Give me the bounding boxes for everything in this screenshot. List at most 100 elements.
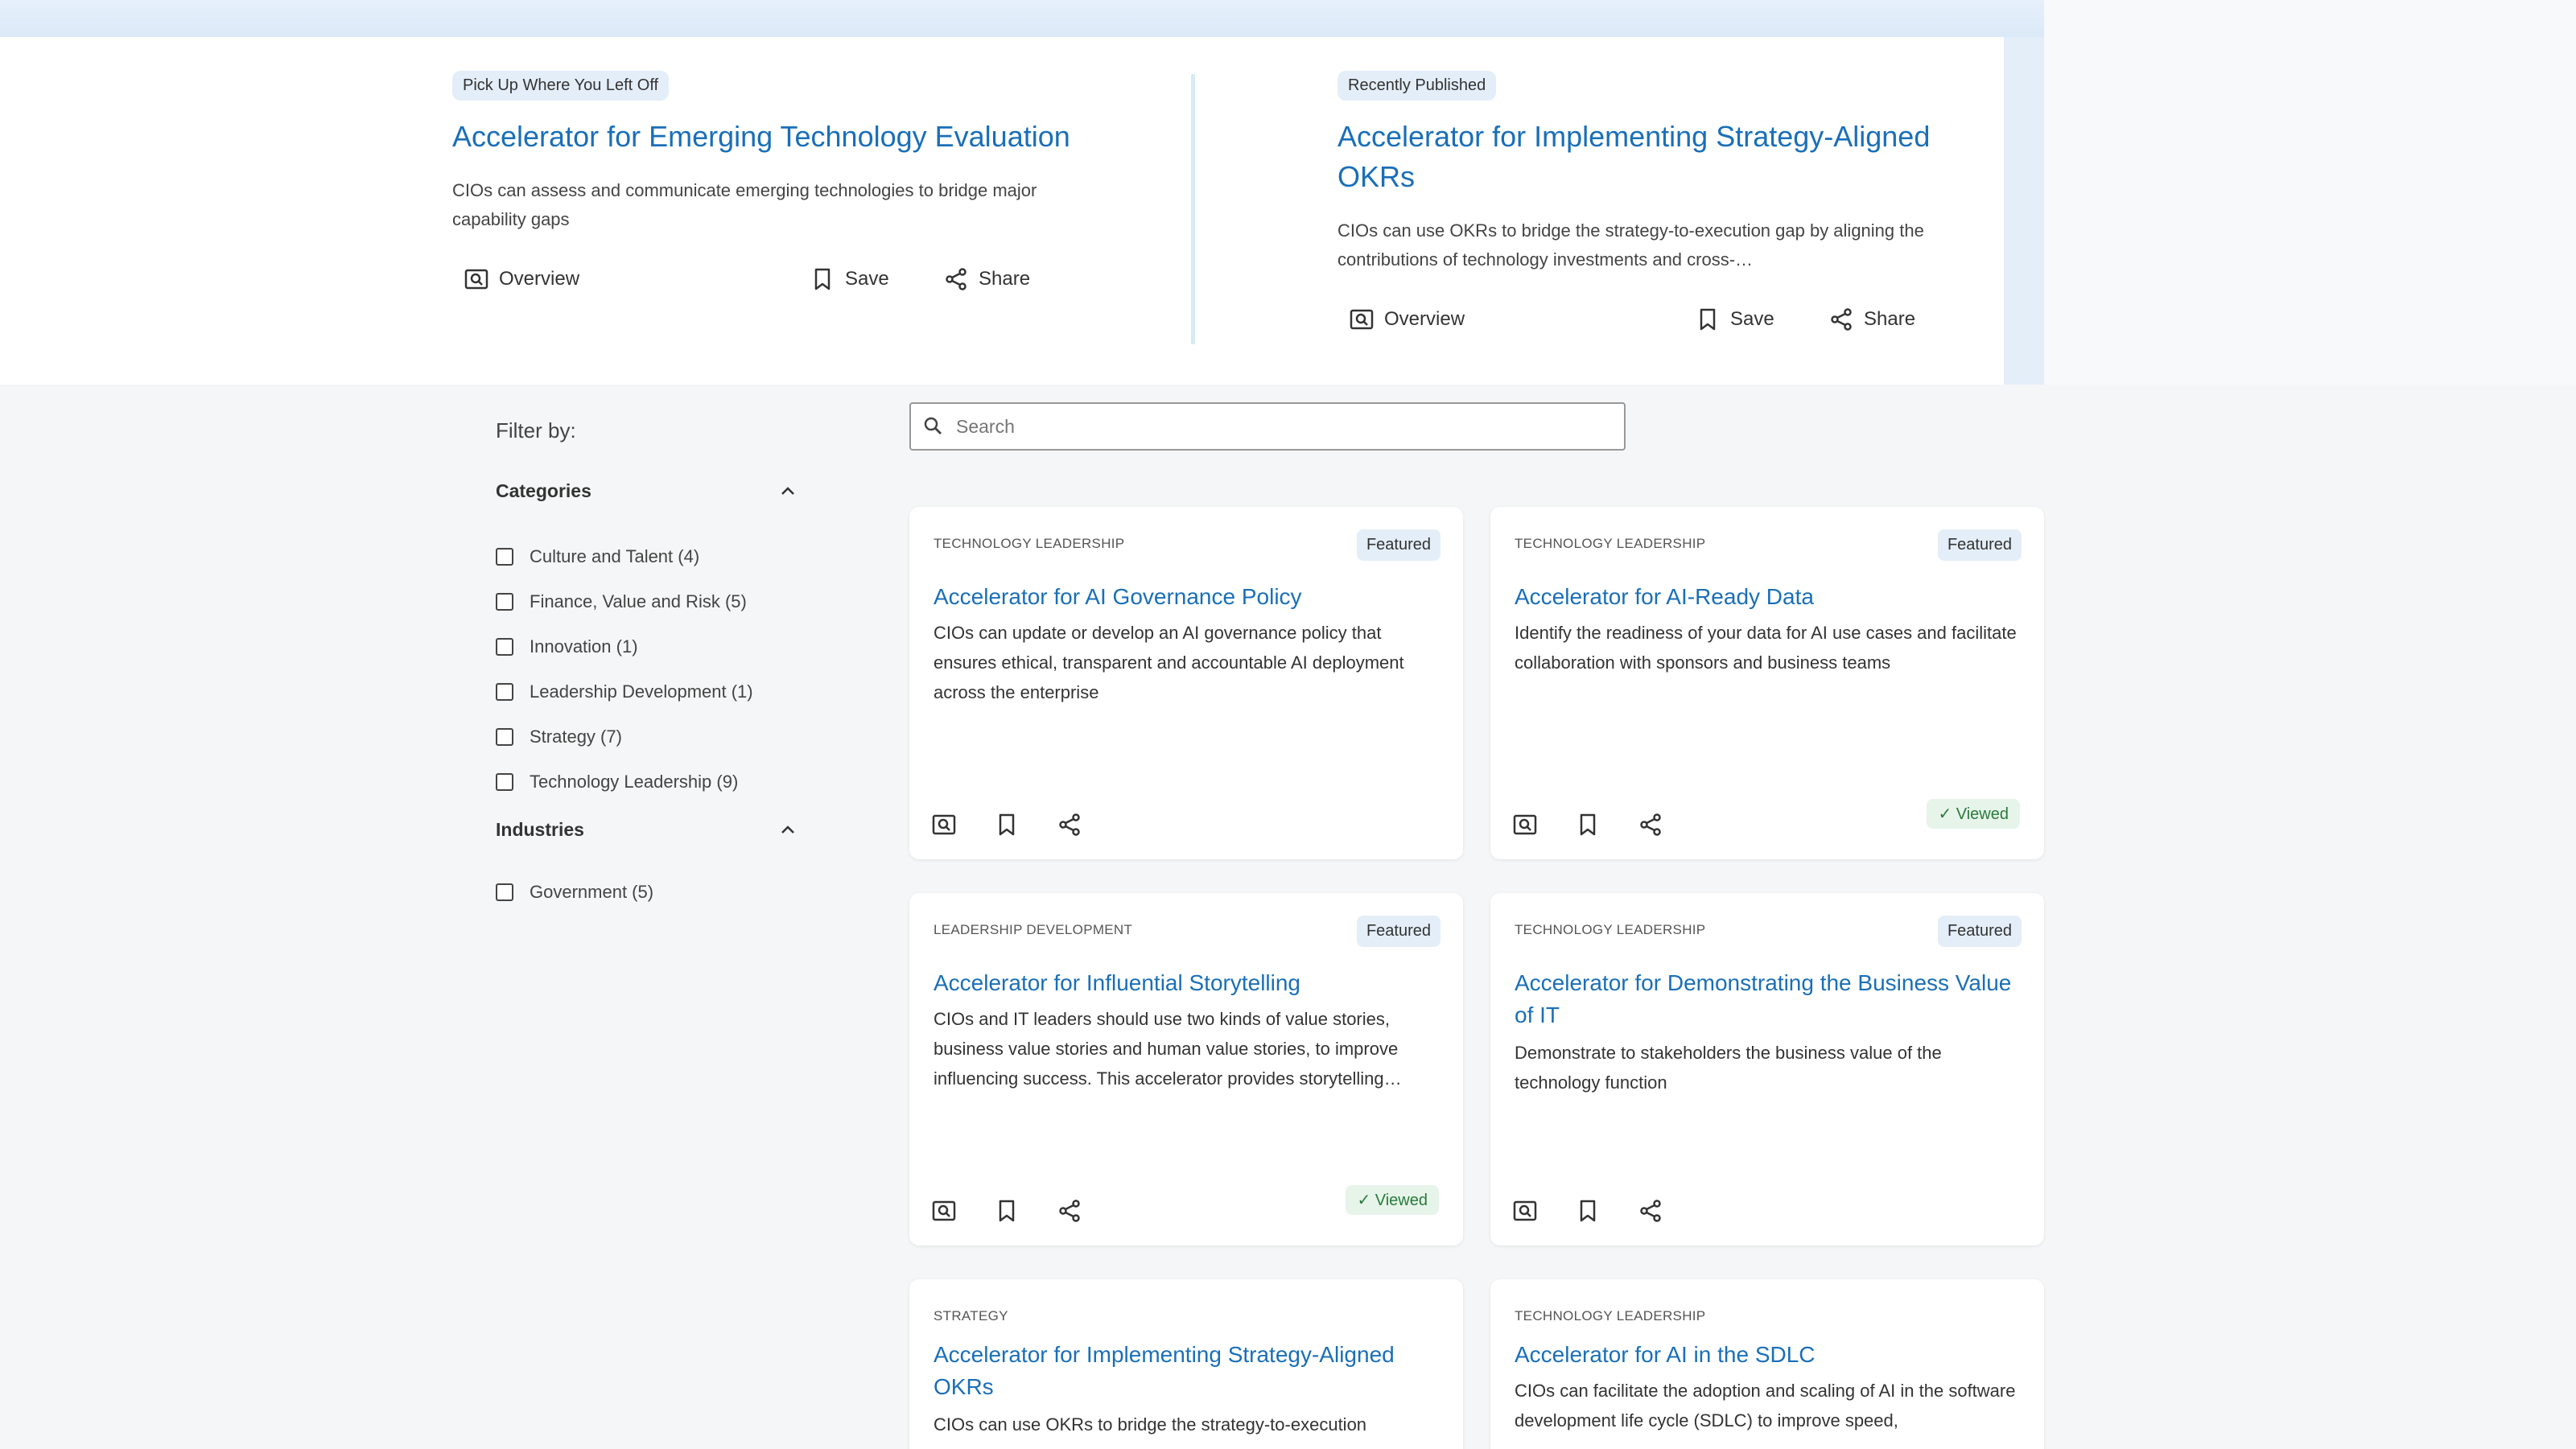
search-input[interactable]: [956, 415, 1600, 438]
checkbox[interactable]: [496, 683, 513, 701]
share-button[interactable]: Share: [1828, 307, 1915, 332]
industry-option[interactable]: Government (5): [496, 870, 802, 915]
featured-badge: Featured: [1356, 916, 1440, 947]
checkbox[interactable]: [496, 773, 513, 791]
continue-pill: Pick Up Where You Left Off: [452, 71, 670, 101]
save-button[interactable]: Save: [1695, 307, 1774, 332]
chevron-up-icon: [781, 825, 794, 834]
accelerator-card[interactable]: TECHNOLOGY LEADERSHIP Featured Accelerat…: [1490, 507, 2044, 859]
hero-item-actions: Overview Save Share: [452, 266, 1080, 298]
card-title[interactable]: Accelerator for AI in the SDLC: [1515, 1339, 2020, 1371]
card-description: CIOs can facilitate the adoption and sca…: [1515, 1381, 2016, 1430]
industries-toggle[interactable]: Industries: [496, 819, 798, 841]
category-option[interactable]: Culture and Talent (4): [496, 534, 802, 579]
overview-label: Overview: [499, 268, 580, 290]
hero-item-title[interactable]: Accelerator for Emerging Technology Eval…: [452, 117, 1080, 157]
card-description: CIOs and IT leaders should use two kinds…: [934, 1009, 1402, 1089]
category-label: Culture and Talent (4): [530, 546, 700, 566]
bookmark-icon: [814, 268, 831, 290]
card-category: TECHNOLOGY LEADERSHIP: [1515, 536, 1706, 551]
category-label: Finance, Value and Risk (5): [530, 591, 747, 611]
hero-item-recent: Recently Published Accelerator for Imple…: [1337, 37, 1965, 339]
card-description: Demonstrate to stakeholders the business…: [1515, 1043, 1942, 1093]
card-actions: [930, 1197, 1083, 1229]
card-title[interactable]: Accelerator for AI Governance Policy: [934, 581, 1439, 613]
share-icon: [1831, 308, 1852, 331]
accelerator-card[interactable]: TECHNOLOGY LEADERSHIP Featured Accelerat…: [1490, 893, 2044, 1245]
industries-list: Government (5): [496, 870, 802, 915]
card-description: CIOs can use OKRs to bridge the strategy…: [934, 1414, 1367, 1435]
card-category: LEADERSHIP DEVELOPMENT: [934, 922, 1133, 937]
overview-icon[interactable]: [930, 1197, 958, 1225]
overview-icon[interactable]: [1511, 811, 1539, 838]
bookmark-icon[interactable]: [993, 811, 1020, 838]
accelerator-card[interactable]: TECHNOLOGY LEADERSHIP Featured Accelerat…: [909, 507, 1463, 859]
share-label: Share: [979, 268, 1031, 290]
category-label: Leadership Development (1): [530, 681, 753, 702]
card-title[interactable]: Accelerator for Influential Storytelling: [934, 967, 1439, 999]
card-actions: [930, 811, 1083, 843]
card-description: Identify the readiness of your data for …: [1515, 623, 2017, 673]
bookmark-icon: [1700, 308, 1716, 331]
featured-badge: Featured: [1937, 916, 2022, 947]
search-box[interactable]: [909, 402, 1626, 451]
hero-divider: [1191, 74, 1195, 344]
card-title[interactable]: Accelerator for AI-Ready Data: [1515, 581, 2020, 613]
bookmark-icon[interactable]: [1574, 1197, 1601, 1225]
category-label: Innovation (1): [530, 636, 638, 657]
bookmark-icon[interactable]: [993, 1197, 1020, 1225]
share-icon: [946, 268, 967, 290]
save-label: Save: [1730, 308, 1774, 330]
bookmark-icon[interactable]: [1574, 811, 1601, 838]
share-button[interactable]: Share: [943, 266, 1030, 292]
checkbox[interactable]: [496, 593, 513, 611]
accelerator-card[interactable]: TECHNOLOGY LEADERSHIP Accelerator for AI…: [1490, 1279, 2044, 1449]
hero-item-description: CIOs can assess and communicate emerging…: [452, 180, 1037, 229]
checkbox[interactable]: [496, 728, 513, 746]
overview-button[interactable]: Overview: [464, 266, 579, 292]
share-label: Share: [1864, 308, 1916, 330]
category-option[interactable]: Finance, Value and Risk (5): [496, 579, 802, 624]
overview-icon[interactable]: [1511, 1197, 1539, 1225]
share-icon[interactable]: [1637, 1197, 1664, 1225]
industry-label: Government (5): [530, 882, 654, 902]
categories-list: Culture and Talent (4) Finance, Value an…: [496, 534, 802, 805]
card-title[interactable]: Accelerator for Demonstrating the Busine…: [1515, 967, 2020, 1031]
category-option[interactable]: Innovation (1): [496, 624, 802, 669]
accelerator-card[interactable]: LEADERSHIP DEVELOPMENT Featured Accelera…: [909, 893, 1463, 1245]
categories-toggle[interactable]: Categories: [496, 480, 798, 502]
checkbox[interactable]: [496, 548, 513, 566]
chevron-up-icon: [781, 486, 794, 495]
card-title[interactable]: Accelerator for Implementing Strategy-Al…: [934, 1339, 1439, 1403]
viewed-badge: ✓ Viewed: [1927, 799, 2020, 829]
category-option[interactable]: Technology Leadership (9): [496, 759, 802, 805]
card-actions: [1511, 1197, 1664, 1229]
filter-title: Filter by:: [496, 418, 576, 443]
hero-item-actions: Overview Save Share: [1337, 307, 1965, 339]
featured-badge: Featured: [1356, 529, 1440, 561]
industries-label: Industries: [496, 819, 584, 840]
card-actions: [1511, 811, 1664, 843]
share-icon[interactable]: [1056, 811, 1083, 838]
checkbox[interactable]: [496, 883, 513, 901]
share-icon[interactable]: [1637, 811, 1664, 838]
checkbox[interactable]: [496, 638, 513, 656]
overview-icon[interactable]: [930, 811, 958, 838]
hero-item-title[interactable]: Accelerator for Implementing Strategy-Al…: [1337, 117, 1965, 197]
category-option[interactable]: Strategy (7): [496, 714, 802, 759]
filter-sidebar: Filter by: Categories Culture and Talent…: [496, 418, 802, 915]
save-button[interactable]: Save: [810, 266, 889, 292]
card-category: TECHNOLOGY LEADERSHIP: [934, 536, 1125, 551]
card-category: STRATEGY: [934, 1308, 1008, 1323]
recent-pill: Recently Published: [1337, 71, 1497, 101]
accelerator-card[interactable]: STRATEGY Accelerator for Implementing St…: [909, 1279, 1463, 1449]
hero-item-continue: Pick Up Where You Left Off Accelerator f…: [452, 37, 1080, 298]
category-option[interactable]: Leadership Development (1): [496, 669, 802, 714]
featured-badge: Featured: [1937, 529, 2022, 561]
save-label: Save: [845, 268, 889, 290]
share-icon[interactable]: [1056, 1197, 1083, 1225]
hero-top-strip: [0, 0, 2044, 37]
card-category: TECHNOLOGY LEADERSHIP: [1515, 922, 1706, 937]
overview-button[interactable]: Overview: [1349, 307, 1465, 332]
hero-right-panel: [2044, 0, 2576, 385]
